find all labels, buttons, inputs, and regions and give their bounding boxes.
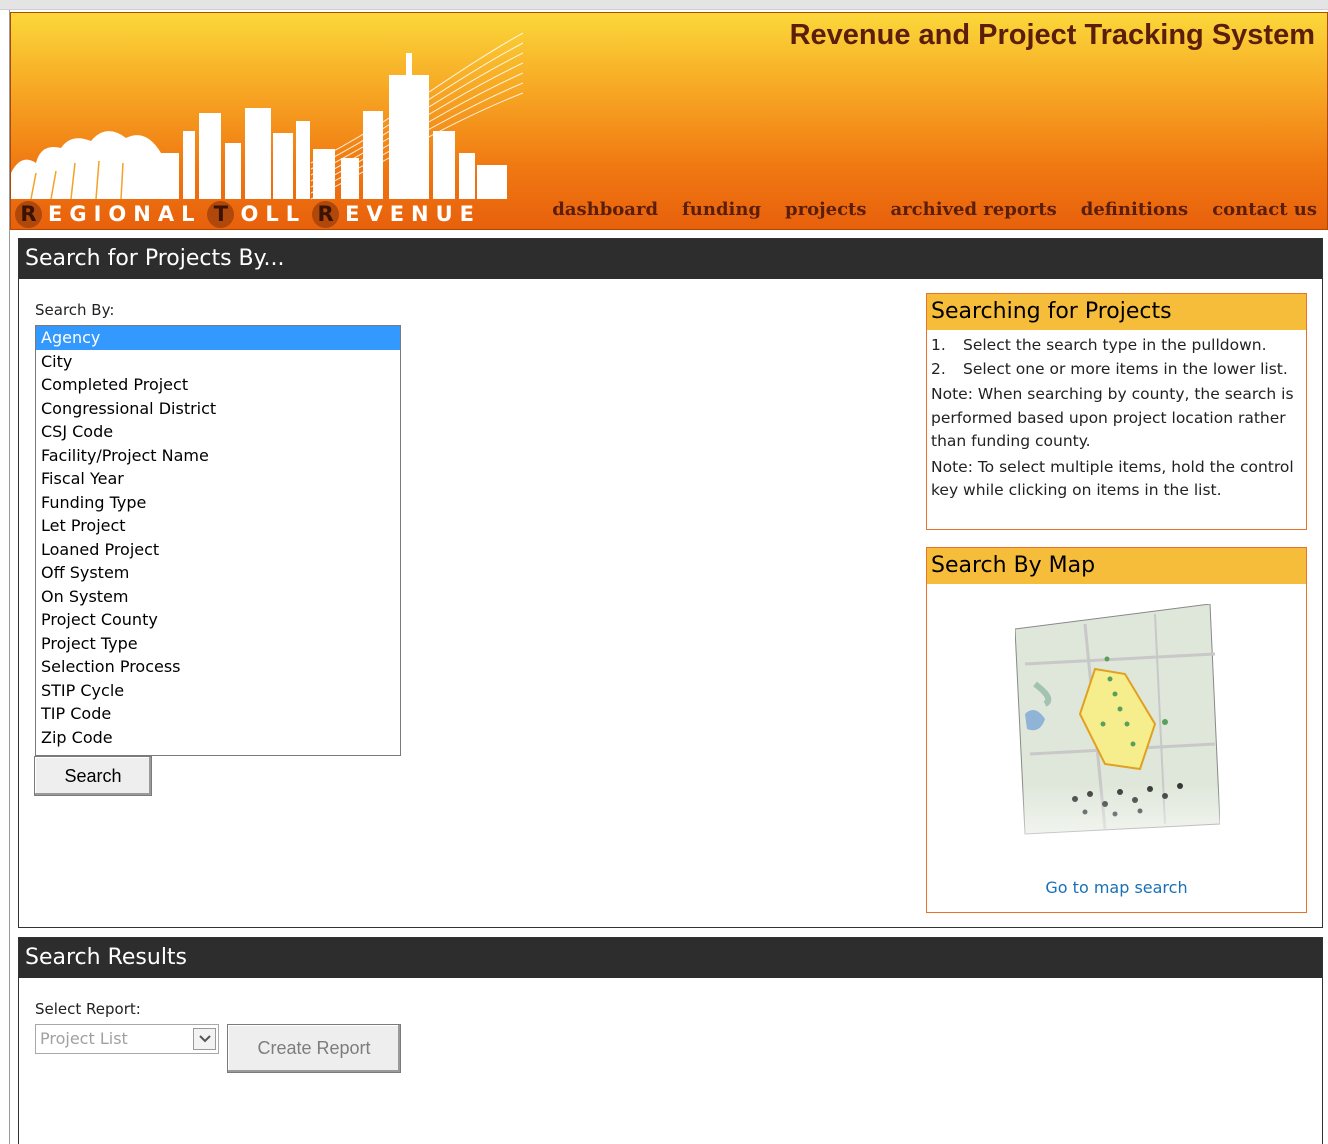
help-step-text: Select the search type in the pulldown. xyxy=(963,336,1267,354)
nav-link-dashboard[interactable]: dashboard xyxy=(552,199,658,220)
help-step: 2. Select one or more items in the lower … xyxy=(931,358,1302,382)
search-by-label: Search By: xyxy=(35,301,115,319)
listbox-option-funding-type[interactable]: Funding Type xyxy=(36,491,400,515)
search-type-listbox[interactable]: Agency City Completed Project Congressio… xyxy=(35,325,401,756)
listbox-option-on-system[interactable]: On System xyxy=(36,585,400,609)
help-note-multiselect: Note: To select multiple items, hold the… xyxy=(931,457,1294,500)
report-type-select-value: Project List xyxy=(40,1029,128,1048)
create-report-button[interactable]: Create Report xyxy=(227,1024,401,1073)
site-header: Revenue and Project Tracking System R EGI… xyxy=(10,12,1328,230)
listbox-option-stip-cycle[interactable]: STIP Cycle xyxy=(36,679,400,703)
search-button[interactable]: Search xyxy=(34,756,152,796)
main-nav: dashboard funding projects archived repo… xyxy=(552,199,1317,220)
logo-cap-letter: T xyxy=(207,200,235,228)
city-skyline-logo-art xyxy=(11,32,523,200)
help-step-number: 1. xyxy=(931,336,946,354)
listbox-option-project-county[interactable]: Project County xyxy=(36,608,400,632)
map-thumbnail-image[interactable] xyxy=(1015,604,1220,874)
window-left-edge xyxy=(0,10,10,1144)
listbox-option-project-type[interactable]: Project Type xyxy=(36,632,400,656)
help-step-text: Select one or more items in the lower li… xyxy=(963,359,1288,378)
logo-cap-letter: R xyxy=(15,200,42,228)
help-box-title: Searching for Projects xyxy=(927,294,1306,330)
listbox-option-loaned-project[interactable]: Loaned Project xyxy=(36,538,400,562)
help-step-number: 2. xyxy=(931,359,946,378)
listbox-option-tip-code[interactable]: TIP Code xyxy=(36,702,400,726)
regional-toll-revenue-logo: R EGIONAL T OLL R EVENUE xyxy=(11,199,526,229)
search-panel: Search for Projects By... Search By: Age… xyxy=(18,238,1323,928)
report-type-select[interactable]: Project List xyxy=(35,1024,219,1054)
logo-word: EVENUE xyxy=(345,202,482,226)
listbox-option-csj-code[interactable]: CSJ Code xyxy=(36,420,400,444)
nav-link-definitions[interactable]: definitions xyxy=(1081,199,1188,220)
search-by-map-box: Search By Map Go to map search xyxy=(926,547,1307,913)
help-box-body: 1. Select the search type in the pulldown… xyxy=(927,330,1306,509)
listbox-option-city[interactable]: City xyxy=(36,350,400,374)
app-title: Revenue and Project Tracking System xyxy=(789,19,1315,51)
listbox-option-let-project[interactable]: Let Project xyxy=(36,514,400,538)
search-panel-title: Search for Projects By... xyxy=(19,239,1322,279)
listbox-option-off-system[interactable]: Off System xyxy=(36,561,400,585)
logo-word: EGIONAL xyxy=(48,202,202,226)
listbox-option-agency[interactable]: Agency xyxy=(36,326,400,350)
listbox-option-selection-process[interactable]: Selection Process xyxy=(36,655,400,679)
nav-link-funding[interactable]: funding xyxy=(682,199,761,220)
help-step: 1. Select the search type in the pulldown… xyxy=(931,334,1302,358)
nav-link-contact-us[interactable]: contact us xyxy=(1212,199,1317,220)
go-to-map-search-link[interactable]: Go to map search xyxy=(927,878,1306,897)
select-report-label: Select Report: xyxy=(35,1000,141,1018)
map-box-title: Search By Map xyxy=(927,548,1306,584)
listbox-option-zip-code[interactable]: Zip Code xyxy=(36,726,400,750)
listbox-option-fiscal-year[interactable]: Fiscal Year xyxy=(36,467,400,491)
window-top-edge xyxy=(0,0,1328,10)
logo-cap-letter: R xyxy=(312,200,340,228)
listbox-option-congressional-district[interactable]: Congressional District xyxy=(36,397,400,421)
help-note-county: Note: When searching by county, the sear… xyxy=(931,385,1294,450)
nav-link-projects[interactable]: projects xyxy=(785,199,866,220)
chevron-down-icon[interactable] xyxy=(193,1028,216,1050)
listbox-option-completed-project[interactable]: Completed Project xyxy=(36,373,400,397)
search-results-title: Search Results xyxy=(19,938,1322,978)
listbox-option-facility-project-name[interactable]: Facility/Project Name xyxy=(36,444,400,468)
nav-link-archived-reports[interactable]: archived reports xyxy=(891,199,1057,220)
logo-word: OLL xyxy=(240,202,307,226)
search-results-panel: Search Results Select Report: Project Li… xyxy=(18,937,1323,1144)
searching-help-box: Searching for Projects 1. Select the sear… xyxy=(926,293,1307,530)
